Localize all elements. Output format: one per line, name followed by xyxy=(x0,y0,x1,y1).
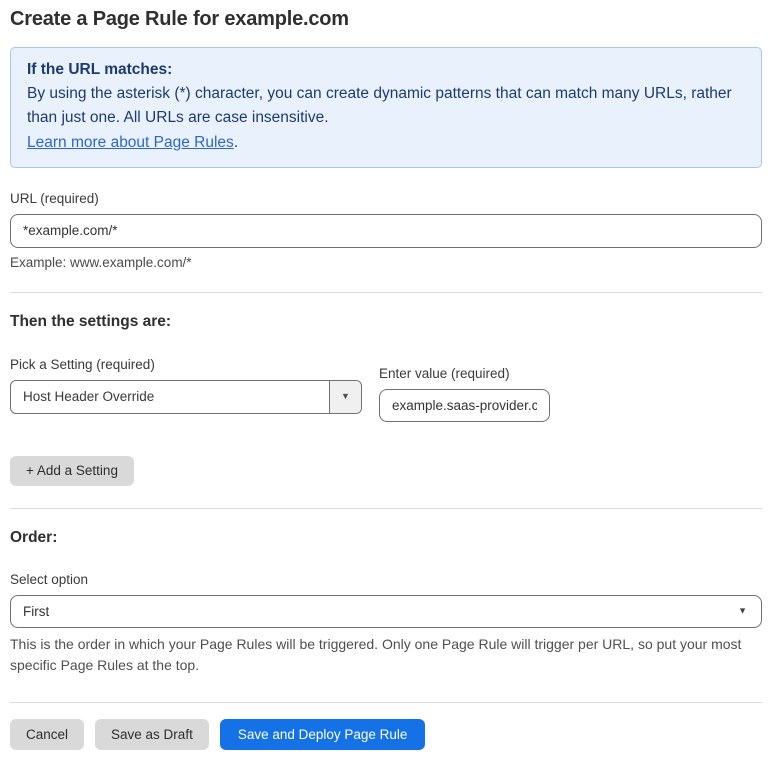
info-box-body: By using the asterisk (*) character, you… xyxy=(27,85,732,127)
link-suffix-period: . xyxy=(233,133,239,151)
divider xyxy=(10,507,762,509)
divider xyxy=(10,702,762,704)
settings-row: Pick a Setting (required) Host Header Ov… xyxy=(10,357,762,422)
page-title: Create a Page Rule for example.com xyxy=(10,8,349,30)
order-selected-value: First xyxy=(23,603,50,619)
order-help-text: This is the order in which your Page Rul… xyxy=(10,635,742,674)
pick-setting-column: Pick a Setting (required) Host Header Ov… xyxy=(10,357,362,422)
url-matches-info-box: If the URL matches: By using the asteris… xyxy=(10,47,762,168)
order-select-label: Select option xyxy=(10,571,89,587)
url-input[interactable] xyxy=(10,213,762,248)
pick-setting-select[interactable]: Host Header Override ▼ xyxy=(10,379,362,414)
save-as-draft-button[interactable]: Save as Draft xyxy=(95,719,209,751)
chevron-down-icon: ▼ xyxy=(738,605,747,616)
add-setting-button[interactable]: + Add a Setting xyxy=(10,455,134,486)
pick-setting-label: Pick a Setting (required) xyxy=(10,356,155,372)
info-box-link-line: Learn more about Page Rules. xyxy=(27,131,745,155)
order-select[interactable]: First ▼ xyxy=(10,594,762,628)
info-box-heading: If the URL matches: xyxy=(27,61,173,78)
enter-value-label: Enter value (required) xyxy=(379,365,510,381)
divider xyxy=(10,291,762,293)
save-and-deploy-button[interactable]: Save and Deploy Page Rule xyxy=(219,719,426,751)
settings-section-heading: Then the settings are: xyxy=(10,312,172,330)
chevron-down-icon: ▼ xyxy=(341,391,350,402)
cancel-button[interactable]: Cancel xyxy=(10,719,85,751)
order-section-heading: Order: xyxy=(10,528,58,546)
create-page-rule-form: Create a Page Rule for example.com If th… xyxy=(0,0,772,764)
footer-buttons: Cancel Save as Draft Save and Deploy Pag… xyxy=(10,719,762,751)
setting-value-input[interactable] xyxy=(379,388,550,422)
url-example-text: Example: www.example.com/* xyxy=(10,254,192,270)
pick-setting-arrow-button[interactable]: ▼ xyxy=(329,380,361,413)
url-field-label: URL (required) xyxy=(10,190,99,206)
learn-more-page-rules-link[interactable]: Learn more about Page Rules xyxy=(27,134,234,151)
pick-setting-selected-value: Host Header Override xyxy=(23,389,155,405)
enter-value-column: Enter value (required) xyxy=(379,366,550,422)
